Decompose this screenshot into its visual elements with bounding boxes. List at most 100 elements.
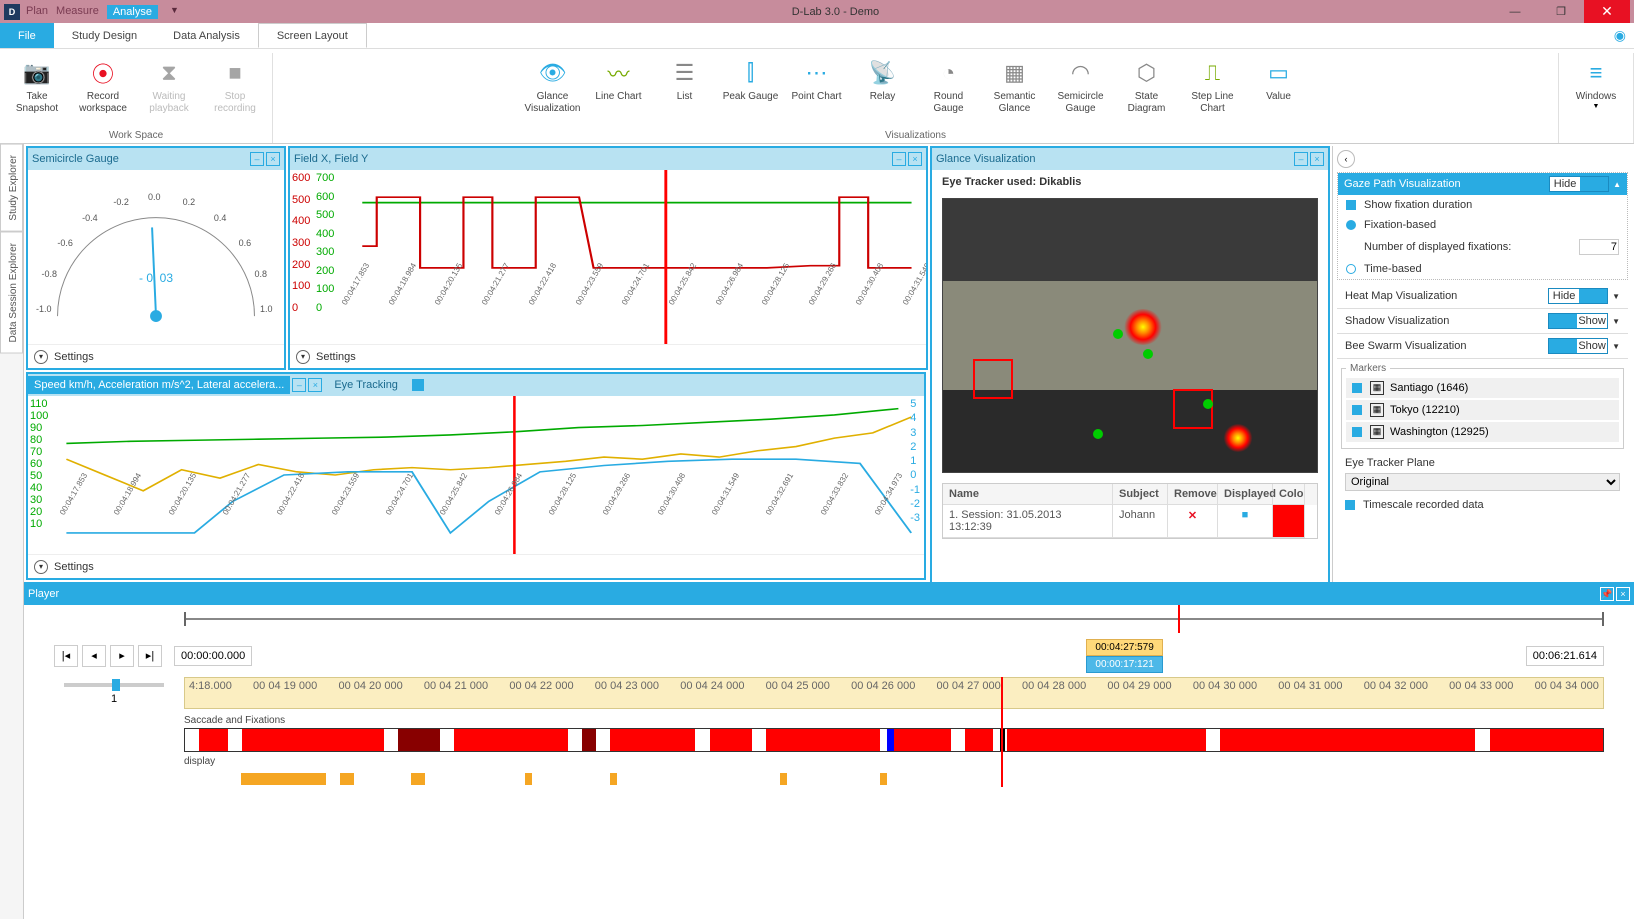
radio[interactable] (1346, 264, 1356, 274)
tab-screen-layout[interactable]: Screen Layout (258, 23, 367, 48)
chevron-down-icon[interactable]: ▼ (1612, 342, 1620, 351)
help-icon[interactable]: ◉ (1614, 23, 1626, 48)
player-pin-icon[interactable]: 📌 (1600, 587, 1614, 601)
qat-plan[interactable]: Plan (26, 5, 48, 19)
semantic-glance-button[interactable]: ▦Semantic Glance (982, 53, 1048, 128)
range-slider[interactable] (184, 609, 1604, 629)
heat-map-toggle[interactable]: Hide (1548, 288, 1608, 304)
panel-min-icon[interactable]: – (1294, 152, 1308, 166)
tab-data-analysis[interactable]: Data Analysis (155, 23, 258, 48)
panel-semicircle: Semicircle Gauge –× - 0. 03 -1.0-0.8-0.6… (26, 146, 286, 370)
semicircle-icon: ◠ (1071, 57, 1090, 89)
panel-min-icon[interactable]: – (892, 152, 906, 166)
checkbox[interactable] (1346, 200, 1356, 210)
heat-map-label: Heat Map Visualization (1345, 290, 1457, 302)
panel-close-icon[interactable]: × (908, 152, 922, 166)
play-button[interactable]: ▸ (110, 645, 134, 667)
eye-tracker-label: Eye Tracker used: Dikablis (932, 170, 1328, 194)
sidetab-study-explorer[interactable]: Study Explorer (0, 144, 23, 232)
player-close-icon[interactable]: × (1616, 587, 1630, 601)
qat-measure[interactable]: Measure (56, 5, 99, 19)
glance-viz-button[interactable]: 👁Glance Visualization (520, 53, 586, 128)
record-workspace-button[interactable]: ⦿Record workspace (70, 53, 136, 128)
tab-file[interactable]: File (0, 23, 54, 48)
chevron-down-icon[interactable]: ▼ (1612, 317, 1620, 326)
gauge-value: - 0. 03 (139, 271, 173, 285)
title-bar: D Plan Measure Analyse ▼ D-Lab 3.0 - Dem… (0, 0, 1634, 23)
step-line-chart-button[interactable]: ⎍Step Line Chart (1180, 53, 1246, 128)
panel-speed: Speed km/h, Acceleration m/s^2, Lateral … (26, 372, 926, 580)
bee-swarm-toggle[interactable]: Show (1548, 338, 1608, 354)
panel-min-icon[interactable]: – (292, 378, 306, 392)
chevron-up-icon[interactable]: ▲ (1613, 180, 1621, 189)
time-ruler[interactable]: 4:18.00000 04 19 00000 04 20 00000 04 21… (184, 677, 1604, 709)
timeline-cursor[interactable] (1178, 605, 1180, 633)
qat-analyse[interactable]: Analyse (107, 5, 158, 19)
line-chart-button[interactable]: 〰Line Chart (586, 53, 652, 128)
semicircle-gauge-button[interactable]: ◠Semicircle Gauge (1048, 53, 1114, 128)
window-buttons: — ❐ ✕ (1492, 0, 1630, 23)
close-button[interactable]: ✕ (1584, 0, 1630, 23)
settings-toggle[interactable]: ▾Settings (28, 554, 924, 578)
waiting-playback-button: ⧗Waiting playback (136, 53, 202, 128)
state-diagram-button[interactable]: ⬡State Diagram (1114, 53, 1180, 128)
settings-toggle[interactable]: ▾Settings (28, 344, 284, 368)
panel-title-active[interactable]: Speed km/h, Acceleration m/s^2, Lateral … (28, 376, 290, 394)
minimize-button[interactable]: — (1492, 0, 1538, 23)
quick-access-toolbar: Plan Measure Analyse ▼ (26, 5, 179, 19)
gaze-dot (1143, 349, 1153, 359)
chevron-down-icon[interactable]: ▼ (1612, 292, 1620, 301)
line-chart-icon: 〰 (607, 57, 629, 89)
ribbon-tab-bar: File Study Design Data Analysis Screen L… (0, 23, 1634, 49)
timeline-cursor[interactable] (1001, 677, 1003, 787)
value-button[interactable]: ▭Value (1246, 53, 1312, 128)
playback-icon: ⧗ (161, 57, 176, 89)
tab-eye-tracking[interactable]: Eye Tracking (324, 376, 408, 394)
settings-toggle[interactable]: ▾Settings (290, 344, 926, 368)
time-based-label: Time-based (1364, 263, 1422, 275)
radio[interactable] (1346, 220, 1356, 230)
gaze-dot (1093, 429, 1103, 439)
point-chart-button[interactable]: ⋯Point Chart (784, 53, 850, 128)
peak-gauge-button[interactable]: ⫿Peak Gauge (718, 53, 784, 128)
time-end: 00:06:21.614 (1526, 646, 1604, 666)
windows-button[interactable]: ≡Windows▼ (1563, 53, 1629, 128)
panel-close-icon[interactable]: × (266, 152, 280, 166)
gaze-path-toggle[interactable]: Hide (1549, 176, 1609, 192)
tab-study-design[interactable]: Study Design (54, 23, 155, 48)
chevron-down-icon: ▾ (34, 350, 48, 364)
speed-slider[interactable]: 1 (54, 677, 174, 787)
qat-dropdown-icon[interactable]: ▼ (170, 5, 179, 19)
gaze-dot (1113, 329, 1123, 339)
state-diagram-icon: ⬡ (1137, 57, 1156, 89)
shadow-toggle[interactable]: Show (1548, 313, 1608, 329)
cursor-time-top: 00:04:27:579 (1086, 639, 1162, 656)
gaze-heatspot (1123, 309, 1163, 345)
group-workspace-label: Work Space (109, 128, 163, 143)
step-back-button[interactable]: ◂ (82, 645, 106, 667)
list-button[interactable]: ☰List (652, 53, 718, 128)
cursor-time-bottom: 00:00:17:121 (1086, 656, 1162, 673)
collapse-panel-icon[interactable]: ‹ (1337, 150, 1355, 168)
skip-start-button[interactable]: |◂ (54, 645, 78, 667)
fixations-track[interactable] (184, 728, 1604, 752)
camera-icon: 📷 (23, 57, 50, 89)
maximize-button[interactable]: ❐ (1538, 0, 1584, 23)
panel-min-icon[interactable]: – (250, 152, 264, 166)
take-snapshot-button[interactable]: 📷Take Snapshot (4, 53, 70, 128)
step-line-icon: ⎍ (1205, 57, 1220, 89)
panel-fieldxy: Field X, Field Y –× 6005004003002001000 … (288, 146, 928, 370)
roi-box (973, 359, 1013, 399)
display-track[interactable] (184, 769, 1604, 787)
gaze-dot (1203, 399, 1213, 409)
relay-button[interactable]: 📡Relay (850, 53, 916, 128)
round-gauge-button[interactable]: ◔Round Gauge (916, 53, 982, 128)
list-icon: ☰ (675, 57, 695, 89)
skip-end-button[interactable]: ▸| (138, 645, 162, 667)
panel-close-icon[interactable]: × (308, 378, 322, 392)
sidetab-data-session-explorer[interactable]: Data Session Explorer (0, 232, 23, 354)
num-fixations-input[interactable] (1579, 239, 1619, 255)
speed-value: 1 (111, 693, 117, 705)
workspace: Study Explorer Data Session Explorer Sem… (0, 144, 1634, 919)
panel-close-icon[interactable]: × (1310, 152, 1324, 166)
